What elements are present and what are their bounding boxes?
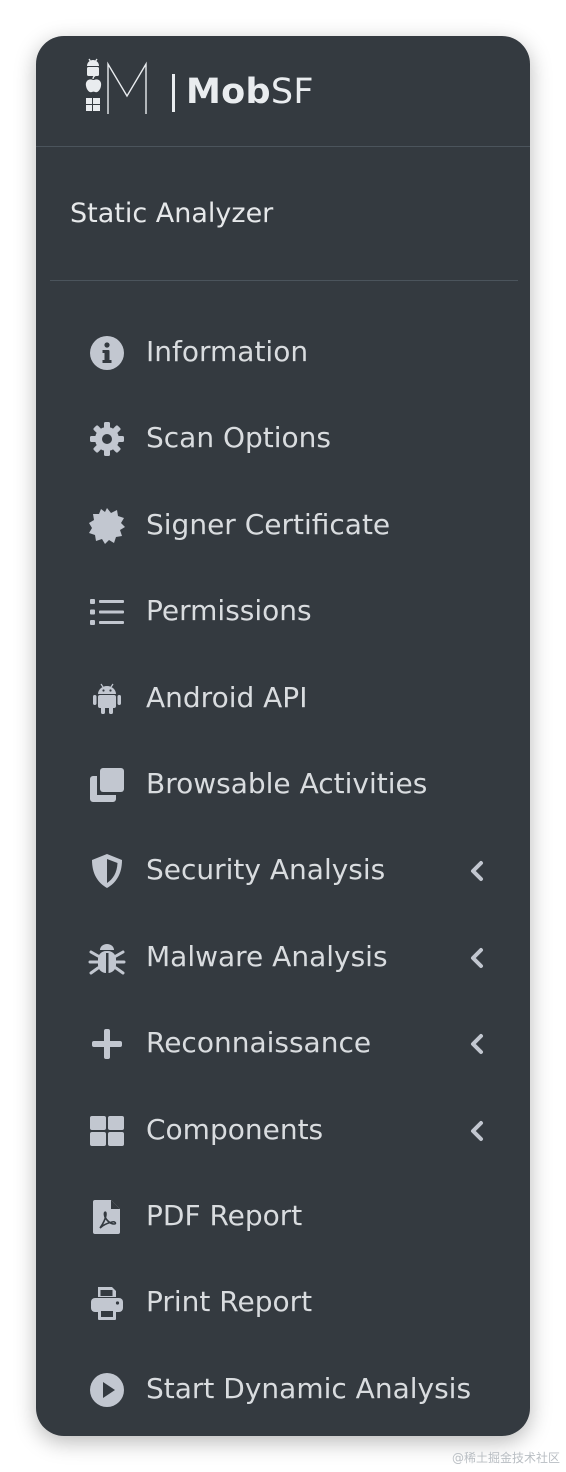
info-circle-icon (88, 334, 126, 372)
chevron-left-icon[interactable] (468, 858, 486, 884)
brand-name-bold: Mob (186, 72, 271, 112)
sidebar: MobSF Static Analyzer Information Scan O… (36, 36, 530, 1436)
section-title: Static Analyzer (70, 198, 274, 229)
list-icon (88, 593, 126, 631)
section-divider (50, 280, 518, 281)
nav-item-signer-certificate[interactable]: Signer Certificate (36, 483, 530, 569)
nav-item-label: Malware Analysis (146, 940, 388, 973)
nav-item-information[interactable]: Information (36, 310, 530, 396)
brand-separator (172, 74, 175, 112)
nav-item-browsable-activities[interactable]: Browsable Activities (36, 742, 530, 828)
chevron-left-icon[interactable] (468, 945, 486, 971)
nav-item-label: Information (146, 335, 309, 368)
nav-item-print-report[interactable]: Print Report (36, 1260, 530, 1346)
certificate-icon (88, 507, 126, 545)
nav-item-label: Signer Certificate (146, 508, 391, 541)
nav-item-security-analysis[interactable]: Security Analysis (36, 828, 530, 914)
pdf-file-icon (88, 1198, 126, 1236)
brand-header[interactable]: MobSF (36, 36, 530, 147)
nav-item-label: Reconnaissance (146, 1026, 372, 1059)
printer-icon (88, 1284, 126, 1322)
nav-item-label: PDF Report (146, 1199, 303, 1232)
chevron-left-icon[interactable] (468, 1031, 486, 1057)
nav-item-label: Components (146, 1113, 324, 1146)
nav-item-malware-analysis[interactable]: Malware Analysis (36, 915, 530, 1001)
nav-item-start-dynamic-analysis[interactable]: Start Dynamic Analysis (36, 1347, 530, 1433)
play-circle-icon (88, 1371, 126, 1409)
bug-icon (88, 939, 126, 977)
chevron-left-icon[interactable] (468, 1118, 486, 1144)
brand-name-light: SF (270, 72, 314, 112)
nav-item-scan-options[interactable]: Scan Options (36, 396, 530, 482)
nav-item-label: Scan Options (146, 421, 332, 454)
watermark: @稀土掘金技术社区 (451, 1451, 560, 1465)
nav-item-android-api[interactable]: Android API (36, 656, 530, 742)
brand-name: MobSF (186, 70, 314, 114)
nav-item-label: Browsable Activities (146, 767, 428, 800)
nav-item-components[interactable]: Components (36, 1088, 530, 1174)
nav-item-permissions[interactable]: Permissions (36, 569, 530, 655)
nav-item-label: Start Dynamic Analysis (146, 1372, 472, 1405)
nav-item-label: Print Report (146, 1285, 313, 1318)
nav-item-label: Android API (146, 681, 308, 714)
shield-icon (88, 852, 126, 890)
nav-item-pdf-report[interactable]: PDF Report (36, 1174, 530, 1260)
nav-item-label: Permissions (146, 594, 312, 627)
gear-icon (88, 420, 126, 458)
mobsf-logo-icon (82, 56, 154, 118)
android-icon (88, 680, 126, 718)
grid-icon (88, 1112, 126, 1150)
plus-icon (88, 1025, 126, 1063)
nav-item-reconnaissance[interactable]: Reconnaissance (36, 1001, 530, 1087)
nav-item-label: Security Analysis (146, 853, 386, 886)
clone-icon (88, 766, 126, 804)
